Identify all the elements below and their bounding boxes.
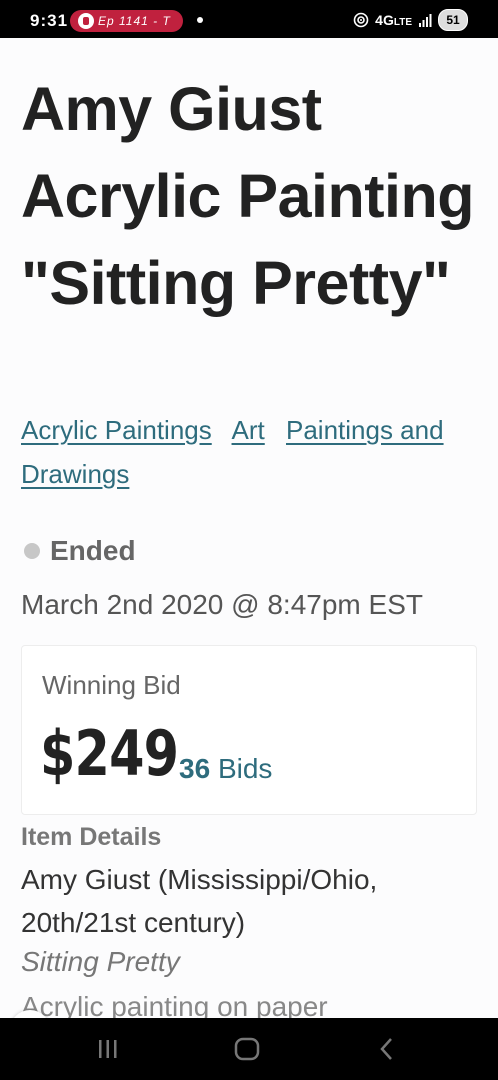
item-details-artist: Amy Giust (Mississippi/Ohio, 20th/21st c…: [21, 864, 378, 938]
category-tags: Acrylic Paintings Art Paintings and Draw…: [21, 408, 481, 496]
system-nav-bar: [0, 1018, 498, 1080]
notification-text: Ep 1141 - T: [98, 14, 171, 28]
signal-icon: [419, 14, 432, 27]
winning-bid-label: Winning Bid: [42, 670, 181, 700]
recents-icon: [99, 1040, 117, 1058]
page-content: Amy Giust Acrylic Painting "Sitting Pret…: [0, 38, 498, 1018]
bid-count-number: 36: [179, 753, 211, 784]
bid-count-suffix: Bids: [217, 753, 273, 784]
status-label: Ended: [50, 535, 136, 566]
auction-status: Ended: [24, 535, 136, 567]
bid-count-link[interactable]: 36 Bids: [179, 753, 272, 785]
home-icon: [234, 1037, 260, 1061]
tag-art[interactable]: Art: [232, 415, 265, 445]
status-time: 9:31: [30, 11, 69, 30]
status-dot-icon: [24, 543, 40, 559]
notification-pill[interactable]: Ep 1141 - T: [70, 10, 183, 32]
item-details-medium: Acrylic painting on paper: [21, 991, 328, 1018]
podcast-icon: [78, 13, 94, 29]
status-bar: 9:31 Ep 1141 - T 4GLTE 51: [0, 0, 498, 38]
home-button[interactable]: [232, 1036, 262, 1062]
recents-button[interactable]: [93, 1036, 123, 1062]
item-details-heading: Item Details: [21, 823, 162, 851]
battery-indicator: 51: [438, 9, 468, 31]
listing-title: Amy Giust Acrylic Painting "Sitting Pret…: [21, 75, 475, 317]
status-right: 4GLTE 51: [353, 9, 468, 31]
item-details-artwork-title: Sitting Pretty: [21, 946, 180, 977]
winning-bid-amount: $249: [40, 717, 179, 790]
notification-dot: [197, 17, 203, 23]
back-button[interactable]: [372, 1036, 402, 1062]
bid-card: Winning Bid $249 36 Bids: [21, 645, 477, 815]
back-icon: [380, 1038, 392, 1060]
network-label: 4GLTE: [375, 12, 412, 28]
end-date: March 2nd 2020 @ 8:47pm EST: [21, 589, 423, 620]
hotspot-icon: [353, 12, 369, 28]
tag-acrylic-paintings[interactable]: Acrylic Paintings: [21, 415, 212, 445]
